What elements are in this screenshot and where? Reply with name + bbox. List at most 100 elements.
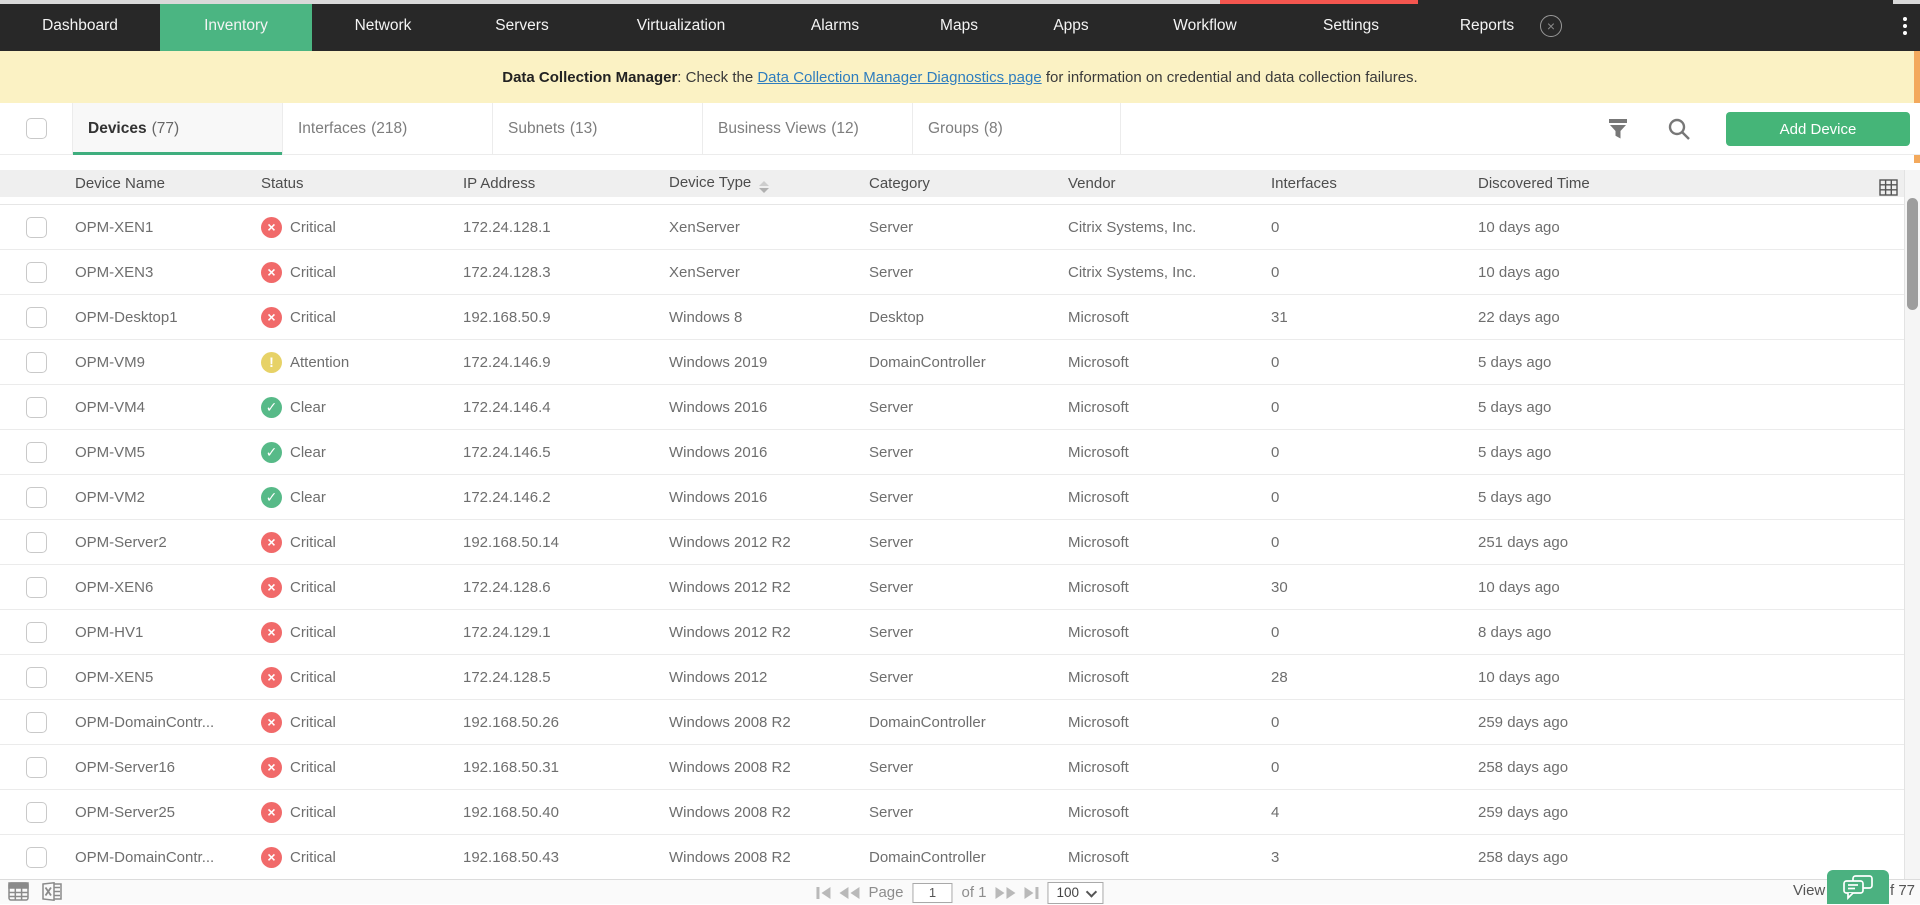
- table-body: OPM-XEN1 × Critical 172.24.128.1 XenServ…: [0, 204, 1920, 879]
- cell-device-name[interactable]: OPM-Server16: [75, 759, 261, 776]
- nav-item-reports[interactable]: Reports: [1414, 0, 1560, 51]
- table-export-icon[interactable]: [8, 882, 29, 905]
- table-row[interactable]: OPM-Server2 × Critical 192.168.50.14 Win…: [0, 520, 1920, 565]
- tab-interfaces[interactable]: Interfaces(218): [283, 103, 493, 154]
- banner-close-icon[interactable]: ×: [1540, 15, 1562, 37]
- nav-item-dashboard[interactable]: Dashboard: [0, 0, 160, 51]
- viewing-count-text-right: f 77: [1890, 882, 1915, 899]
- chat-feedback-button[interactable]: [1827, 870, 1889, 904]
- nav-item-network[interactable]: Network: [312, 0, 454, 51]
- col-interfaces[interactable]: Interfaces: [1271, 175, 1475, 192]
- row-checkbox[interactable]: [26, 307, 47, 328]
- nav-item-workflow[interactable]: Workflow: [1122, 0, 1288, 51]
- overflow-menu-icon[interactable]: [1898, 14, 1912, 38]
- row-checkbox[interactable]: [26, 577, 47, 598]
- row-checkbox[interactable]: [26, 352, 47, 373]
- table-row[interactable]: OPM-DomainContr... × Critical 192.168.50…: [0, 700, 1920, 745]
- col-status[interactable]: Status: [261, 175, 463, 192]
- table-row[interactable]: OPM-HV1 × Critical 172.24.129.1 Windows …: [0, 610, 1920, 655]
- filter-icon[interactable]: [1605, 116, 1631, 142]
- col-vendor[interactable]: Vendor: [1068, 175, 1271, 192]
- cell-device-name[interactable]: OPM-DomainContr...: [75, 849, 261, 866]
- diagnostics-page-link[interactable]: Data Collection Manager Diagnostics page: [757, 69, 1041, 86]
- page-size-select[interactable]: 100: [1048, 882, 1104, 904]
- col-category[interactable]: Category: [869, 175, 1068, 192]
- nav-item-virtualization[interactable]: Virtualization: [590, 0, 772, 51]
- tab-subnets[interactable]: Subnets(13): [493, 103, 703, 154]
- select-all-checkbox[interactable]: [26, 118, 47, 139]
- table-row[interactable]: OPM-Desktop1 × Critical 192.168.50.9 Win…: [0, 295, 1920, 340]
- last-page-button[interactable]: [1025, 887, 1039, 899]
- cell-device-name[interactable]: OPM-Server25: [75, 804, 261, 821]
- cell-device-name[interactable]: OPM-XEN6: [75, 579, 261, 596]
- nav-item-settings[interactable]: Settings: [1288, 0, 1414, 51]
- excel-export-icon[interactable]: [41, 882, 63, 905]
- add-device-button[interactable]: Add Device: [1726, 112, 1910, 146]
- cell-device-name[interactable]: OPM-DomainContr...: [75, 714, 261, 731]
- row-checkbox[interactable]: [26, 847, 47, 868]
- col-device-name[interactable]: Device Name: [75, 175, 261, 192]
- nav-item-inventory[interactable]: Inventory: [160, 0, 312, 51]
- first-page-button[interactable]: [816, 887, 830, 899]
- cell-interfaces: 0: [1271, 399, 1475, 416]
- row-checkbox[interactable]: [26, 667, 47, 688]
- cell-discovered-time: 10 days ago: [1475, 669, 1920, 686]
- row-checkbox[interactable]: [26, 622, 47, 643]
- table-row[interactable]: OPM-DomainContr... × Critical 192.168.50…: [0, 835, 1920, 879]
- table-row[interactable]: OPM-XEN6 × Critical 172.24.128.6 Windows…: [0, 565, 1920, 610]
- cell-device-name[interactable]: OPM-VM5: [75, 444, 261, 461]
- previous-page-button[interactable]: [839, 887, 859, 899]
- next-page-button[interactable]: [996, 887, 1016, 899]
- cell-device-name[interactable]: OPM-VM4: [75, 399, 261, 416]
- cell-device-name[interactable]: OPM-XEN5: [75, 669, 261, 686]
- table-row[interactable]: OPM-XEN1 × Critical 172.24.128.1 XenServ…: [0, 205, 1920, 250]
- cell-device-name[interactable]: OPM-VM9: [75, 354, 261, 371]
- row-checkbox[interactable]: [26, 712, 47, 733]
- row-checkbox[interactable]: [26, 442, 47, 463]
- table-row[interactable]: OPM-Server25 × Critical 192.168.50.40 Wi…: [0, 790, 1920, 835]
- cell-device-name[interactable]: OPM-XEN3: [75, 264, 261, 281]
- cell-device-name[interactable]: OPM-XEN1: [75, 219, 261, 236]
- tab-devices[interactable]: Devices(77): [73, 103, 283, 154]
- vertical-scrollbar[interactable]: [1904, 170, 1920, 879]
- cell-device-name[interactable]: OPM-Server2: [75, 534, 261, 551]
- scrollbar-thumb[interactable]: [1907, 198, 1918, 310]
- col-discovered-time[interactable]: Discovered Time: [1475, 175, 1590, 192]
- search-icon[interactable]: [1666, 116, 1692, 142]
- row-checkbox[interactable]: [26, 217, 47, 238]
- loading-bar-progress: [1220, 0, 1418, 4]
- tab-groups[interactable]: Groups(8): [913, 103, 1121, 154]
- nav-item-maps[interactable]: Maps: [898, 0, 1020, 51]
- row-checkbox[interactable]: [26, 262, 47, 283]
- column-chooser-icon[interactable]: [1879, 179, 1898, 200]
- cell-discovered-time: 5 days ago: [1475, 354, 1920, 371]
- row-checkbox[interactable]: [26, 487, 47, 508]
- table-row[interactable]: OPM-VM9 ! Attention 172.24.146.9 Windows…: [0, 340, 1920, 385]
- sort-icon[interactable]: [759, 181, 769, 193]
- page-number-input[interactable]: [913, 883, 953, 903]
- table-row[interactable]: OPM-VM5 ✓ Clear 172.24.146.5 Windows 201…: [0, 430, 1920, 475]
- row-checkbox[interactable]: [26, 757, 47, 778]
- col-ip-address[interactable]: IP Address: [463, 175, 669, 192]
- page-label: Page: [868, 884, 903, 901]
- row-checkbox[interactable]: [26, 532, 47, 553]
- table-row[interactable]: OPM-VM2 ✓ Clear 172.24.146.2 Windows 201…: [0, 475, 1920, 520]
- cell-vendor: Microsoft: [1068, 849, 1271, 866]
- cell-device-name[interactable]: OPM-HV1: [75, 624, 261, 641]
- table-row[interactable]: OPM-VM4 ✓ Clear 172.24.146.4 Windows 201…: [0, 385, 1920, 430]
- cell-interfaces: 0: [1271, 714, 1475, 731]
- row-checkbox[interactable]: [26, 802, 47, 823]
- cell-device-name[interactable]: OPM-Desktop1: [75, 309, 261, 326]
- col-device-type[interactable]: Device Type: [669, 174, 869, 193]
- table-row[interactable]: OPM-XEN3 × Critical 172.24.128.3 XenServ…: [0, 250, 1920, 295]
- cell-status: ✓ Clear: [261, 487, 463, 508]
- nav-item-alarms[interactable]: Alarms: [772, 0, 898, 51]
- nav-item-apps[interactable]: Apps: [1020, 0, 1122, 51]
- nav-item-servers[interactable]: Servers: [454, 0, 590, 51]
- table-row[interactable]: OPM-XEN5 × Critical 172.24.128.5 Windows…: [0, 655, 1920, 700]
- row-checkbox[interactable]: [26, 397, 47, 418]
- cell-device-name[interactable]: OPM-VM2: [75, 489, 261, 506]
- status-critical-icon: ×: [261, 667, 282, 688]
- table-row[interactable]: OPM-Server16 × Critical 192.168.50.31 Wi…: [0, 745, 1920, 790]
- tab-business-views[interactable]: Business Views(12): [703, 103, 913, 154]
